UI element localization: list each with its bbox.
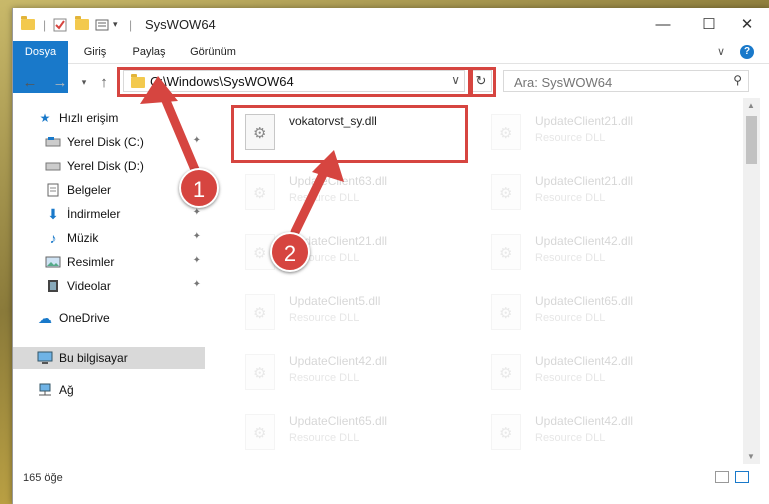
annotation-arrows	[140, 76, 344, 237]
step-1-badge: 1	[179, 168, 219, 208]
arrow-1-head	[140, 76, 178, 104]
arrow-1-shaft	[159, 91, 201, 177]
arrow-2-shaft	[290, 163, 331, 237]
step-2-badge: 2	[270, 232, 310, 272]
